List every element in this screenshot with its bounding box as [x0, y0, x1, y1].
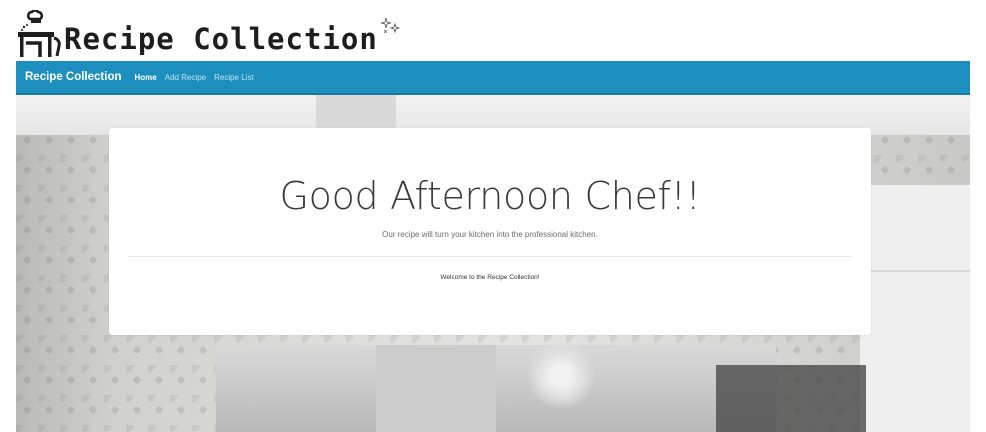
flower-vase: [526, 340, 596, 410]
nav-link-add-recipe[interactable]: Add Recipe: [165, 73, 206, 82]
site-logo[interactable]: Recipe Collection: [16, 6, 402, 58]
kitchen-counter: [216, 345, 776, 432]
nav-link-recipe-list[interactable]: Recipe List: [214, 73, 254, 82]
divider: [128, 256, 851, 257]
greeting-title: Good Afternoon Chef!!: [279, 174, 701, 218]
kitchen-cabinets: [860, 185, 970, 432]
chef-cooking-icon: [18, 10, 61, 57]
stove: [376, 345, 496, 432]
welcome-text: Welcome to the Recipe Collection!: [440, 274, 540, 281]
main-navbar: Recipe Collection Home Add Recipe Recipe…: [16, 61, 970, 95]
navbar-brand[interactable]: Recipe Collection: [25, 71, 122, 83]
welcome-jumbotron: Good Afternoon Chef!! Our recipe will tu…: [109, 128, 871, 335]
logo-text: Recipe Collection: [64, 22, 378, 56]
nav-link-home[interactable]: Home: [135, 73, 157, 82]
sparkle-icon: [380, 17, 401, 34]
cabinet-divider: [860, 270, 970, 272]
site-header: Recipe Collection: [0, 0, 986, 61]
greeting-lead: Our recipe will turn your kitchen into t…: [382, 230, 598, 239]
dark-cabinet: [716, 365, 866, 432]
